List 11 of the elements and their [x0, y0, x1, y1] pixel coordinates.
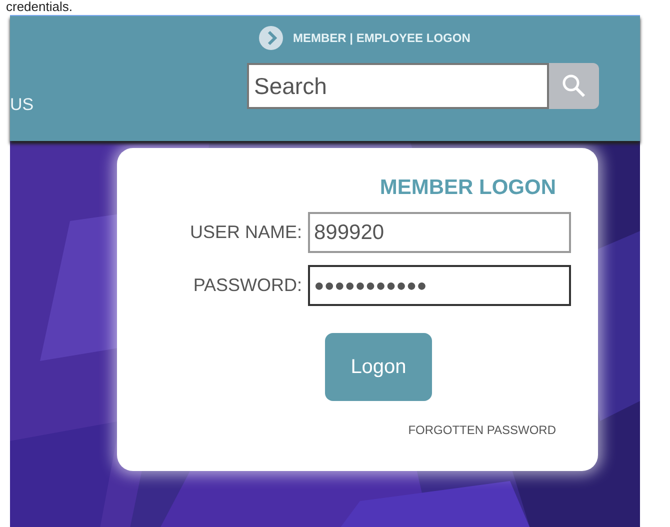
password-field[interactable]: ●●●●●●●●●●● — [308, 265, 571, 306]
field-label: USER NAME: — [188, 222, 302, 243]
forgotten-password-link[interactable]: FORGOTTEN PASSWORD — [408, 423, 556, 437]
body-text: credentials. — [6, 0, 72, 14]
login-title: MEMBER LOGON — [378, 176, 556, 200]
search-icon — [561, 73, 587, 99]
username-field[interactable]: 899920 — [308, 212, 571, 253]
chevron-icon — [259, 26, 283, 50]
search-field[interactable]: Search — [247, 63, 549, 109]
field-label: PASSWORD: — [192, 275, 302, 296]
search-button[interactable] — [549, 63, 599, 109]
